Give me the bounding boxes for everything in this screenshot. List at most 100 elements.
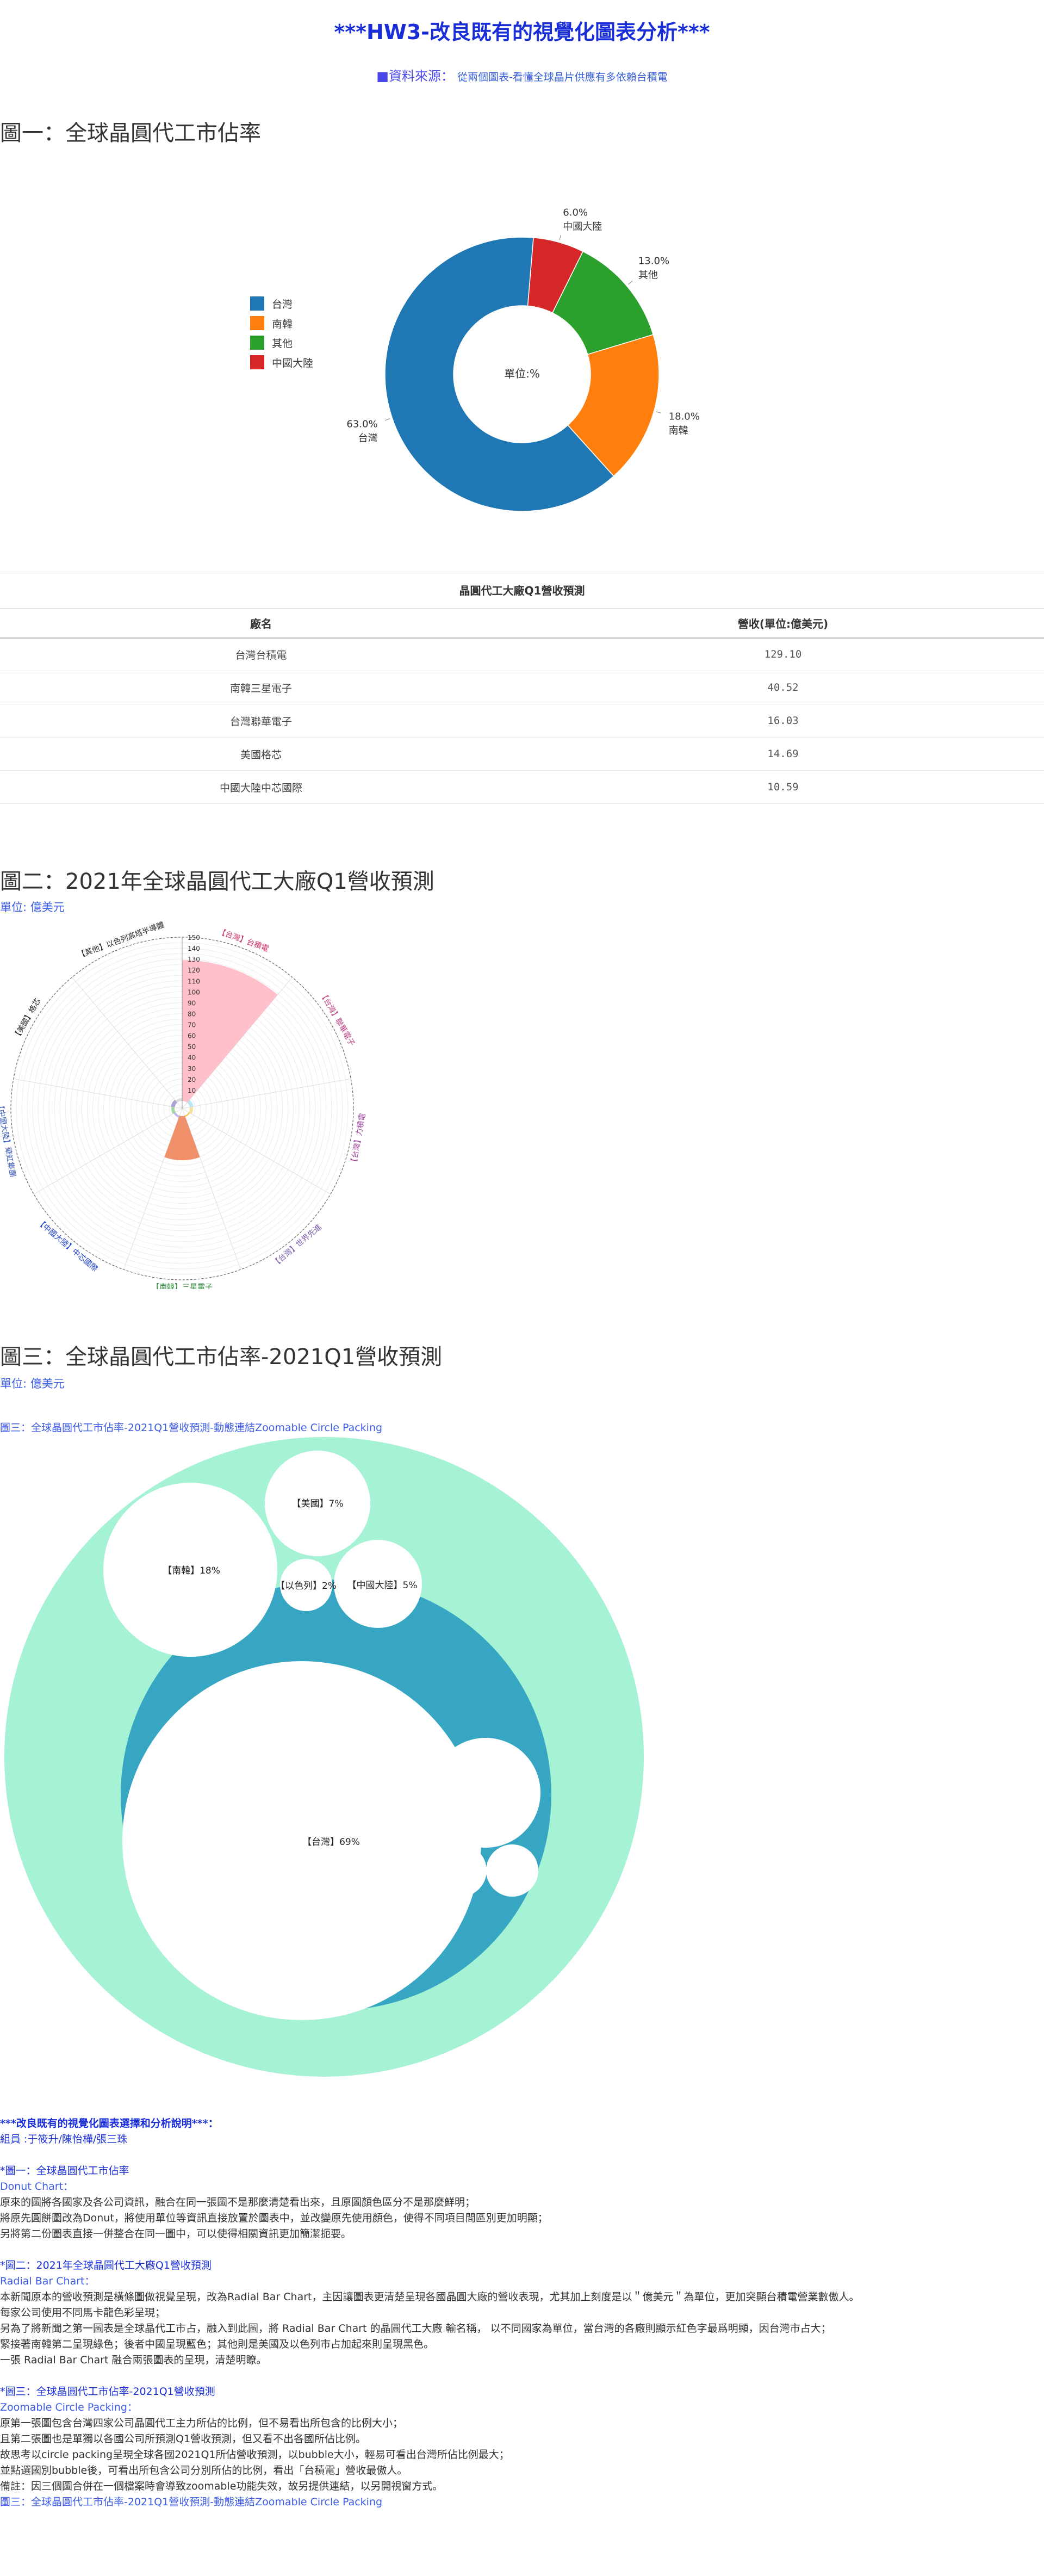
s3-type: Zoomable Circle Packing：: [0, 2401, 138, 2413]
table-row: 中國大陸中芯國際 10.59: [0, 770, 1044, 804]
radial-tick-label: 60: [188, 1032, 196, 1040]
slice-value-label: 63.0%: [346, 418, 377, 430]
s3-line: 故思考以circle packing呈現全球各國2021Q1所佔營收預測，以bu…: [0, 2449, 509, 2461]
col-header-revenue[interactable]: 營收(單位:億美元): [522, 608, 1044, 639]
bubble-taiwan-umc[interactable]: [431, 1738, 540, 1848]
radial-tick-label: 80: [188, 1010, 196, 1018]
bubble-label: 【以色列】2%: [276, 1581, 337, 1592]
col-header-name[interactable]: 廠名: [0, 608, 522, 639]
s3-line: 並點選國別bubble後，可看出所包含公司分別所佔的比例，看出「台積電」營收最傲…: [0, 2464, 408, 2476]
radial-category-label: 【美國】格芯: [12, 997, 42, 1041]
radial-tick-label: 140: [188, 945, 200, 952]
cell-revenue: 14.69: [522, 737, 1044, 771]
slice-category-label: 其他: [638, 269, 658, 281]
fig3-heading: 圖三：全球晶圓代工市佔率-2021Q1營收預測: [0, 1345, 443, 1370]
slice-leader: [628, 280, 633, 285]
s1-line: 將原先圓餅圖改為Donut，將使用單位等資訊直接放置於圖表中，並改變原先使用顏色…: [0, 2212, 548, 2224]
s3-title: *圖三：全球晶圓代工市佔率-2021Q1營收預測: [0, 2386, 215, 2398]
radial-tick-label: 90: [188, 999, 196, 1007]
bubble-taiwan-vis[interactable]: [486, 1844, 538, 1897]
radial-tick-label: 120: [188, 967, 200, 974]
slice-leader: [656, 411, 662, 414]
radial-tick-label: 50: [188, 1043, 196, 1051]
fig1-heading: 圖一：全球晶圓代工市佔率: [0, 121, 261, 146]
table-row: 美國格芯 14.69: [0, 737, 1044, 771]
fig3-unit: 單位: 億美元: [0, 1377, 65, 1390]
bubble-label: 【中國大陸】5%: [347, 1580, 418, 1591]
bubble-taiwan-psmc[interactable]: [434, 1844, 487, 1897]
s1-type: Donut Chart：: [0, 2181, 74, 2193]
s1-title: *圖一：全球晶圓代工市佔率: [0, 2165, 129, 2177]
notes-header: ***改良既有的視覺化圖表選擇和分析說明***：: [0, 2117, 219, 2129]
radial-tick-label: 10: [188, 1087, 196, 1094]
radial-tick-label: 110: [188, 977, 200, 985]
slice-value-label: 13.0%: [638, 255, 669, 267]
s2-line: 另為了將新聞之第一圖表是全球晶代工市占，融入到此圖，將 Radial Bar C…: [0, 2323, 831, 2334]
s3-line: 備註：因三個圖合併在一個檔案時會導致zoomable功能失效，故另提供連結，以另…: [0, 2480, 443, 2492]
s2-title: *圖二：2021年全球晶圓代工大廠Q1營收預測: [0, 2259, 212, 2271]
s2-line: 每家公司使用不同馬卡龍色彩呈現；: [0, 2307, 166, 2319]
cell-company: 南韓三星電子: [0, 671, 522, 704]
cell-company: 美國格芯: [0, 737, 522, 771]
s3-link[interactable]: 圖三：全球晶圓代工市佔率-2021Q1營收預測-動態連結Zoomable Cir…: [0, 2494, 1044, 2510]
table-header-row: 廠名 營收(單位:億美元): [0, 608, 1044, 639]
table-row: 台灣台積電 129.10: [0, 637, 1044, 671]
cell-revenue: 129.10: [522, 637, 1044, 671]
radial-bar-chart: 【台灣】台積電【台灣】聯華電子【台灣】力積電【台灣】世界先進【南韓】三星電子【中…: [0, 920, 368, 1289]
source-lead: ■資料來源：: [376, 69, 454, 84]
slice-category-label: 南韓: [669, 425, 688, 436]
cell-revenue: 16.03: [522, 704, 1044, 738]
radial-tick-label: 150: [188, 934, 200, 942]
donut-center-label: 單位:%: [504, 367, 540, 380]
radial-bar[interactable]: [184, 1112, 190, 1117]
slice-category-label: 台灣: [358, 432, 378, 444]
s3-line: 且第二張圖也是單獨以各國公司所預測Q1營收預測，但又看不出各國所佔比例。: [0, 2433, 366, 2445]
bubble-taiwan[interactable]: [122, 1661, 481, 2020]
circle-packing-chart[interactable]: 【台灣】69% 【南韓】18% 【美國】7% 【中國大陸】5% 【以色列】2%: [0, 1436, 652, 2089]
source-link[interactable]: 從兩個圖表-看懂全球晶片供應有多依賴台積電: [457, 71, 668, 83]
slice-value-label: 18.0%: [669, 411, 700, 422]
revenue-table-wrap: 廠名 營收(單位:億美元) 台灣台積電 129.10 南韓三星電子 40.52 台灣…: [0, 608, 1044, 804]
s1-line: 另將第二份圖表直接一併整合在同一圖中，可以使得相關資訊更加簡潔扼要。: [0, 2228, 352, 2240]
radial-bar[interactable]: [173, 1112, 180, 1118]
cell-company: 中國大陸中芯國際: [0, 770, 522, 804]
bubble-label: 【南韓】18%: [163, 1565, 220, 1576]
bubble-label: 【台灣】69%: [302, 1837, 360, 1848]
s3-line: 原第一張圖包含台灣四家公司晶圓代工主力所佔的比例，但不易看出所包含的比例大小；: [0, 2417, 403, 2429]
radial-tick-label: 130: [188, 956, 200, 963]
radial-tick-label: 70: [188, 1021, 196, 1029]
cell-revenue: 10.59: [522, 770, 1044, 804]
radial-category-label: 【中國大陸】華虹集團: [0, 1101, 17, 1178]
s2-type: Radial Bar Chart：: [0, 2275, 95, 2287]
slice-leader: [384, 418, 390, 421]
cell-company: 台灣台積電: [0, 637, 522, 671]
page-title: ***HW3-改良既有的視覺化圖表分析***: [334, 20, 710, 44]
fig3-link[interactable]: 圖三：全球晶圓代工市佔率-2021Q1營收預測-動態連結Zoomable Cir…: [0, 1420, 382, 1434]
radial-category-label: 【台灣】台積電: [217, 927, 270, 954]
slice-category-label: 中國大陸: [563, 221, 602, 232]
revenue-table: 廠名 營收(單位:億美元) 台灣台積電 129.10 南韓三星電子 40.52 台灣…: [0, 608, 1044, 804]
table-caption: 晶圓代工大廠Q1營收預測: [459, 584, 585, 597]
radial-category-label: 【台灣】力積電: [350, 1112, 368, 1166]
fig2-heading: 圖二：2021年全球晶圓代工大廠Q1營收預測: [0, 869, 434, 894]
donut-chart: 63.0% 台灣 6.0% 中國大陸 13.0% 其他 18.0% 南韓 單位:%: [346, 207, 700, 512]
bubble-label: 【美國】7%: [292, 1498, 344, 1509]
notes-members: 組員 :于筱升/陳怡樺/張三珠: [0, 2133, 128, 2145]
slice-value-label: 6.0%: [563, 207, 588, 218]
s1-line: 原來的圖將各國家及各公司資訊，融合在同一張圖不是那麼清楚看出來，且原圖顏色區分不…: [0, 2196, 476, 2208]
source-line: ■資料來源： 從兩個圖表-看懂全球晶片供應有多依賴台積電: [0, 65, 1044, 84]
radial-tick-label: 20: [188, 1076, 196, 1083]
s2-line: 本新聞原本的營收預測是橫條圖做視覺呈現，改為Radial Bar Chart，主…: [0, 2291, 860, 2303]
table-row: 台灣聯華電子 16.03: [0, 704, 1044, 738]
cell-company: 台灣聯華電子: [0, 704, 522, 738]
s2-line: 緊接著南韓第二呈現綠色；後者中國呈現藍色；其他則是美國及以色列市占加起來則呈現黑…: [0, 2338, 434, 2350]
radial-tick-label: 100: [188, 988, 200, 996]
fig2-unit: 單位: 億美元: [0, 901, 65, 914]
radial-tick-label: 30: [188, 1065, 196, 1073]
cell-revenue: 40.52: [522, 671, 1044, 704]
table-row: 南韓三星電子 40.52: [0, 671, 1044, 704]
radial-category-label: 【南韓】三星電子: [152, 1283, 213, 1289]
s2-line: 一張 Radial Bar Chart 融合兩張圖表的呈現，清楚明瞭。: [0, 2354, 267, 2366]
radial-category-label: 【台灣】聯華電子: [318, 990, 356, 1048]
radial-tick-label: 40: [188, 1054, 196, 1062]
